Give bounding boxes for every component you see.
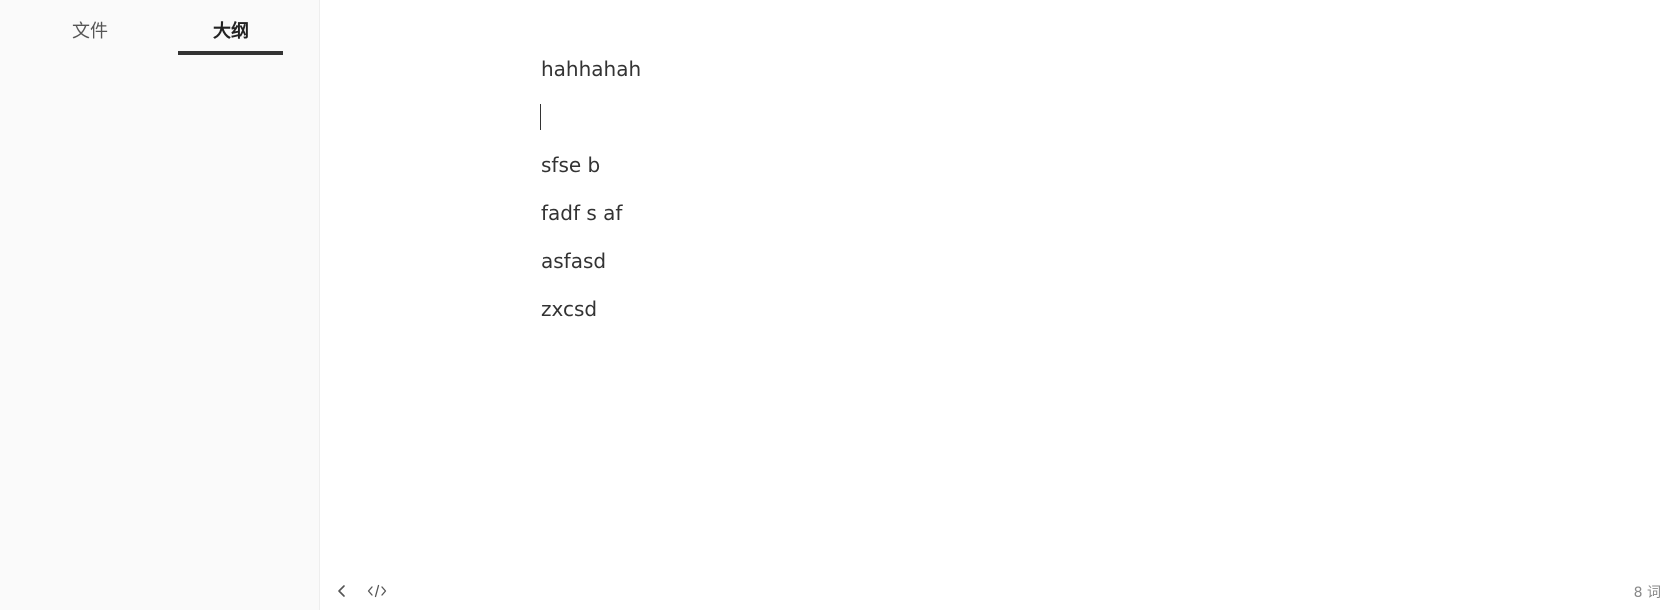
editor-area[interactable]: hahhahah sfse b fadf s af asfasd zxcsd bbox=[320, 0, 1679, 610]
status-bar: 8 词 bbox=[320, 570, 1679, 610]
paragraph[interactable]: asfasd bbox=[541, 247, 606, 275]
chevron-left-icon bbox=[338, 585, 345, 597]
active-tab-indicator bbox=[178, 51, 283, 55]
toggle-sidebar-button[interactable] bbox=[331, 580, 353, 602]
sidebar-tabs: 文件 大纲 bbox=[0, 0, 319, 60]
sidebar: 文件 大纲 bbox=[0, 0, 320, 610]
word-count[interactable]: 8 词 bbox=[1634, 582, 1661, 602]
paragraph[interactable]: fadf s af bbox=[541, 199, 622, 227]
code-icon bbox=[367, 584, 387, 598]
typora-window: 文件 大纲 hahhahah sfse b fadf s af asfasd z… bbox=[0, 0, 1679, 610]
tab-outline[interactable]: 大纲 bbox=[213, 18, 249, 46]
source-code-mode-button[interactable] bbox=[366, 580, 388, 602]
tab-files[interactable]: 文件 bbox=[72, 18, 108, 46]
text-cursor bbox=[540, 104, 541, 130]
paragraph[interactable]: hahhahah bbox=[541, 55, 641, 83]
paragraph[interactable]: zxcsd bbox=[541, 295, 597, 323]
paragraph[interactable]: sfse b bbox=[541, 151, 600, 179]
